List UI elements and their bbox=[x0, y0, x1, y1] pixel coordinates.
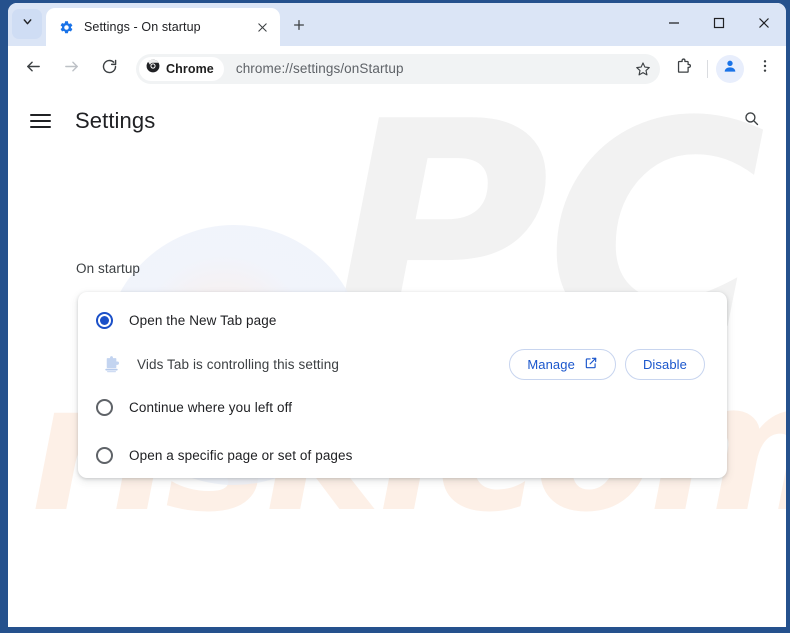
reload-icon bbox=[101, 58, 118, 80]
toolbar-divider bbox=[707, 59, 708, 78]
reload-button[interactable] bbox=[94, 54, 124, 84]
extension-puzzle-icon bbox=[101, 354, 121, 374]
back-button[interactable] bbox=[18, 54, 48, 84]
startup-option-specific-pages[interactable]: Open a specific page or set of pages bbox=[78, 431, 727, 479]
browser-toolbar: Chrome chrome://settings/onStartup bbox=[8, 46, 786, 91]
arrow-back-icon bbox=[25, 58, 42, 80]
chrome-origin-chip[interactable]: Chrome bbox=[139, 56, 224, 81]
startup-option-continue[interactable]: Continue where you left off bbox=[78, 383, 727, 431]
radio-specific-page[interactable] bbox=[96, 446, 113, 464]
chrome-chip-label: Chrome bbox=[166, 61, 214, 76]
extension-actions: Manage Disable bbox=[509, 348, 705, 380]
search-icon bbox=[743, 110, 760, 132]
section-title: On startup bbox=[76, 261, 141, 276]
controlled-by-text: Vids Tab is controlling this setting bbox=[137, 356, 339, 372]
bookmark-star-button[interactable] bbox=[629, 55, 657, 83]
settings-page: PC risk.com Settings On startup bbox=[8, 91, 786, 627]
startup-option-label: Continue where you left off bbox=[129, 399, 293, 415]
hamburger-menu-icon[interactable] bbox=[30, 108, 56, 134]
forward-button[interactable] bbox=[56, 54, 86, 84]
tab-strip: Settings - On startup bbox=[8, 3, 786, 46]
tab-close-button[interactable] bbox=[252, 17, 272, 37]
browser-window-inner: Settings - On startup Chrome chrome://se… bbox=[8, 3, 786, 627]
settings-gear-icon bbox=[58, 19, 74, 35]
extensions-button[interactable] bbox=[668, 54, 698, 84]
arrow-forward-icon bbox=[63, 58, 80, 80]
startup-option-label: Open a specific page or set of pages bbox=[129, 447, 353, 463]
url-text[interactable]: chrome://settings/onStartup bbox=[236, 61, 629, 76]
three-dot-menu-icon bbox=[757, 58, 773, 79]
minimize-button[interactable] bbox=[651, 3, 696, 43]
browser-window: Settings - On startup Chrome chrome://se… bbox=[0, 0, 790, 633]
radio-continue-where-left-off[interactable] bbox=[96, 398, 113, 416]
close-button[interactable] bbox=[741, 3, 786, 43]
disable-button[interactable]: Disable bbox=[624, 348, 705, 380]
chevron-down-icon bbox=[21, 15, 34, 33]
manage-button-label: Manage bbox=[527, 356, 575, 372]
chrome-logo-icon bbox=[146, 59, 160, 78]
address-bar[interactable]: Chrome chrome://settings/onStartup bbox=[136, 53, 660, 84]
extensions-puzzle-icon bbox=[675, 57, 692, 80]
chrome-menu-button[interactable] bbox=[750, 54, 780, 84]
controlled-by-extension-row: Vids Tab is controlling this setting Man… bbox=[78, 342, 727, 386]
plus-icon bbox=[292, 18, 306, 37]
settings-search-button[interactable] bbox=[736, 106, 766, 136]
open-in-new-icon bbox=[584, 356, 598, 373]
disable-button-label: Disable bbox=[642, 356, 687, 372]
settings-header: Settings bbox=[8, 91, 786, 151]
startup-option-new-tab[interactable]: Open the New Tab page bbox=[78, 296, 727, 344]
maximize-button[interactable] bbox=[696, 3, 741, 43]
window-controls bbox=[651, 3, 786, 43]
new-tab-button[interactable] bbox=[285, 13, 313, 41]
profile-button[interactable] bbox=[716, 54, 744, 83]
profile-avatar-icon bbox=[722, 58, 738, 79]
startup-option-label: Open the New Tab page bbox=[129, 312, 277, 328]
page-title: Settings bbox=[75, 108, 156, 133]
manage-button[interactable]: Manage bbox=[509, 348, 616, 380]
browser-tab[interactable]: Settings - On startup bbox=[46, 8, 280, 46]
on-startup-card: Open the New Tab page Vids Tab is contro… bbox=[78, 292, 727, 478]
tab-title: Settings - On startup bbox=[84, 20, 201, 34]
radio-new-tab-page[interactable] bbox=[96, 311, 113, 329]
tab-search-button[interactable] bbox=[12, 9, 42, 39]
